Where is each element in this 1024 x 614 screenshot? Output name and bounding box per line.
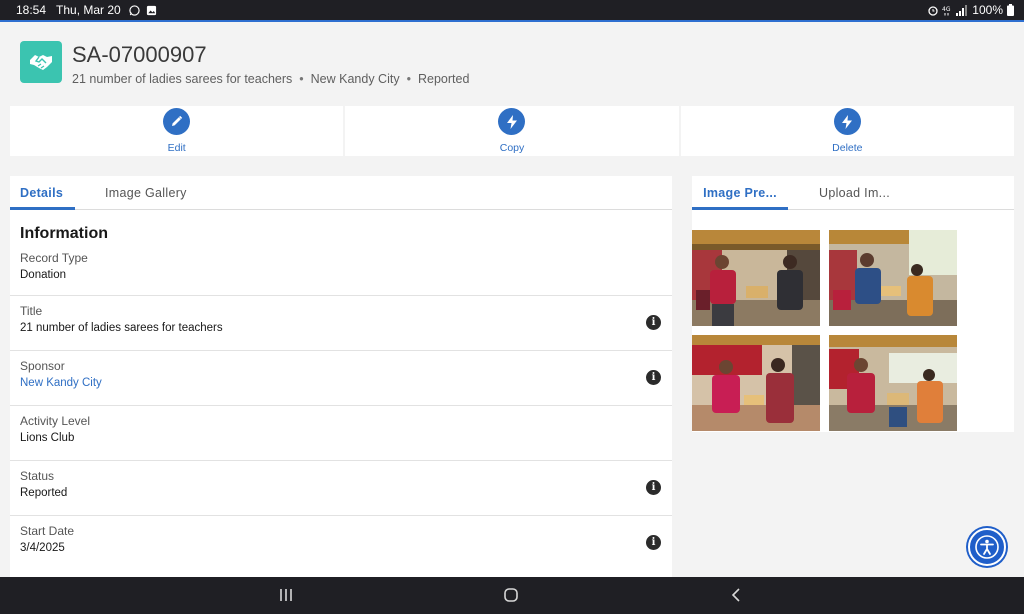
field-label: Record Type	[20, 251, 88, 265]
field-value: Reported	[20, 487, 68, 499]
edit-button-label: Edit	[167, 142, 186, 154]
action-bar: Edit Copy Delete	[10, 106, 1014, 156]
tab-details[interactable]: Details	[10, 176, 75, 210]
field-value: 3/4/2025	[20, 542, 65, 554]
status-bar: 18:54 Thu, Mar 20 4G 100%	[0, 0, 1024, 20]
delete-button-label: Delete	[832, 142, 863, 154]
copy-button-label: Copy	[499, 142, 525, 154]
gallery-photo[interactable]	[692, 230, 820, 326]
edit-button[interactable]: Edit	[10, 106, 344, 156]
gallery-photo[interactable]	[829, 230, 957, 326]
pencil-icon	[163, 108, 191, 135]
signal-icon	[956, 4, 968, 16]
details-panel: Details Image Gallery Information Record…	[10, 176, 672, 577]
field-value: Donation	[20, 269, 67, 281]
info-icon[interactable]: i	[646, 535, 661, 550]
home-icon[interactable]	[502, 586, 520, 604]
tab-image-gallery[interactable]: Image Gallery	[75, 176, 197, 209]
lte-icon: 4G	[942, 6, 951, 15]
section-title: Information	[20, 225, 108, 242]
separator-dot: •	[406, 72, 411, 86]
back-icon[interactable]	[729, 586, 743, 604]
details-tabs: Details Image Gallery	[10, 176, 672, 210]
field-label: Start Date	[20, 524, 75, 538]
whatsapp-icon	[129, 4, 140, 16]
info-icon[interactable]: i	[646, 315, 661, 330]
gallery-photo[interactable]	[829, 335, 957, 431]
tab-image-preview[interactable]: Image Pre...	[692, 176, 788, 210]
field-activity-level: Activity Level Lions Club	[10, 406, 672, 461]
tab-upload-image[interactable]: Upload Im...	[788, 176, 900, 209]
field-label: Sponsor	[20, 359, 65, 373]
sponsor-link[interactable]: New Kandy City	[20, 377, 102, 389]
separator-dot: •	[299, 72, 304, 86]
field-start-date: Start Date 3/4/2025 i	[10, 516, 672, 571]
record-header: SA-07000907 21 number of ladies sarees f…	[0, 22, 1024, 100]
image-preview-panel: Image Pre... Upload Im...	[692, 176, 1014, 432]
battery-icon	[1007, 4, 1014, 16]
svg-text:4G: 4G	[942, 6, 951, 13]
copy-button[interactable]: Copy	[345, 106, 679, 156]
field-label: Title	[20, 304, 43, 318]
field-title: Title 21 number of ladies sarees for tea…	[10, 296, 672, 351]
status-date: Thu, Mar 20	[56, 3, 121, 17]
gallery-icon	[146, 5, 156, 15]
status-time: 18:54	[16, 3, 47, 17]
recent-apps-icon[interactable]	[279, 586, 293, 604]
alarm-icon	[928, 5, 938, 16]
subtitle-sponsor: New Kandy City	[310, 72, 400, 86]
field-value: 21 number of ladies sarees for teachers	[20, 322, 223, 334]
battery-percent: 100%	[972, 3, 1003, 17]
field-record-type: Record Type Donation	[10, 243, 672, 296]
image-tabs: Image Pre... Upload Im...	[692, 176, 1014, 210]
handshake-icon	[20, 41, 62, 83]
field-value: Lions Club	[20, 432, 75, 444]
info-icon[interactable]: i	[646, 480, 661, 495]
lightning-icon	[833, 108, 861, 135]
field-sponsor: Sponsor New Kandy City i	[10, 351, 672, 406]
record-title: SA-07000907	[72, 42, 207, 67]
accessibility-button[interactable]	[968, 528, 1006, 566]
subtitle-title: 21 number of ladies sarees for teachers	[72, 72, 293, 86]
info-icon[interactable]: i	[646, 370, 661, 385]
delete-button[interactable]: Delete	[680, 106, 1014, 156]
record-subtitle: 21 number of ladies sarees for teachers …	[72, 72, 469, 86]
navigation-bar	[0, 577, 1024, 614]
field-status: Status Reported i	[10, 461, 672, 516]
gallery-photo[interactable]	[692, 335, 820, 431]
field-label: Status	[20, 469, 55, 483]
subtitle-status: Reported	[417, 72, 470, 86]
field-label: Activity Level	[20, 414, 91, 428]
lightning-icon	[498, 108, 526, 135]
accessibility-icon	[975, 535, 999, 559]
